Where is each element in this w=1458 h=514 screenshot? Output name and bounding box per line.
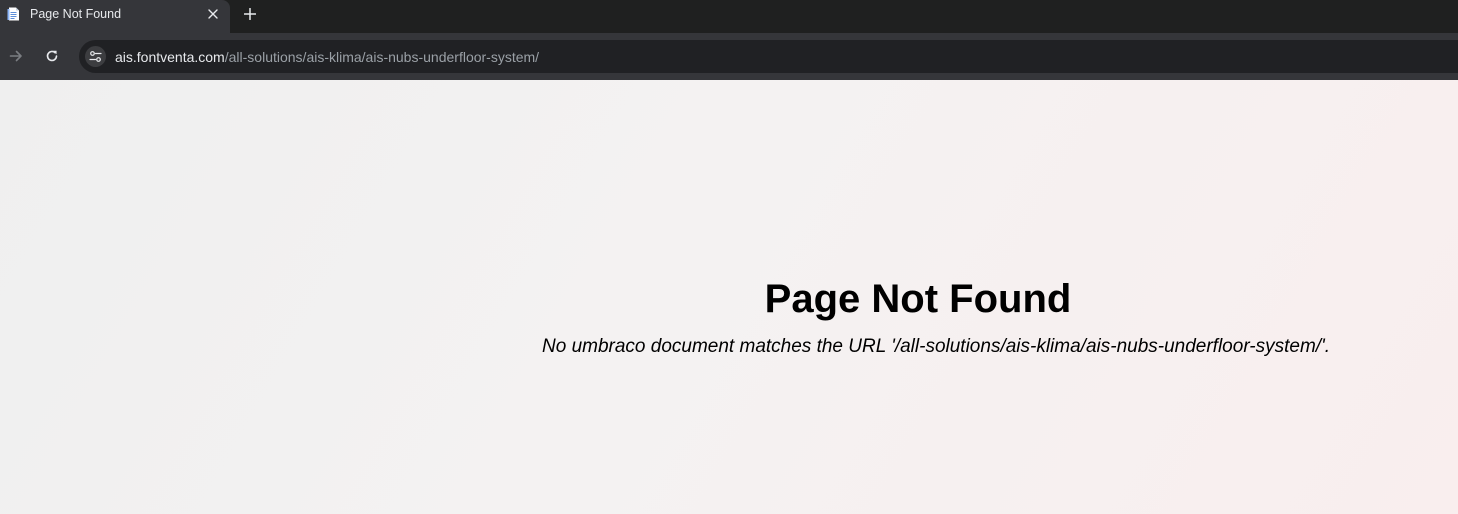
plus-icon[interactable] (240, 4, 260, 24)
toolbar: ais.fontventa.com/all-solutions/ais-klim… (0, 33, 1458, 80)
tab-title: Page Not Found (30, 7, 122, 21)
browser-window: Page Not Found ais.fontventa.com/all-sol… (0, 0, 1458, 514)
tab-strip: Page Not Found (0, 0, 1458, 33)
close-icon[interactable] (204, 5, 222, 23)
error-message: No umbraco document matches the URL '/al… (542, 336, 1330, 357)
document-icon (6, 6, 22, 22)
reload-icon[interactable] (41, 45, 63, 67)
url-host: ais.fontventa.com (115, 49, 225, 65)
arrow-right-icon[interactable] (5, 45, 27, 67)
address-bar[interactable]: ais.fontventa.com/all-solutions/ais-klim… (79, 40, 1458, 73)
url-path: /all-solutions/ais-klima/ais-nubs-underf… (224, 49, 540, 65)
url-text[interactable]: ais.fontventa.com/all-solutions/ais-klim… (115, 49, 539, 65)
page-viewport: Page Not Found No umbraco document match… (0, 80, 1458, 514)
tune-icon[interactable] (85, 46, 106, 67)
page-title: Page Not Found (764, 277, 1072, 321)
tab-page-not-found[interactable]: Page Not Found (0, 0, 230, 33)
